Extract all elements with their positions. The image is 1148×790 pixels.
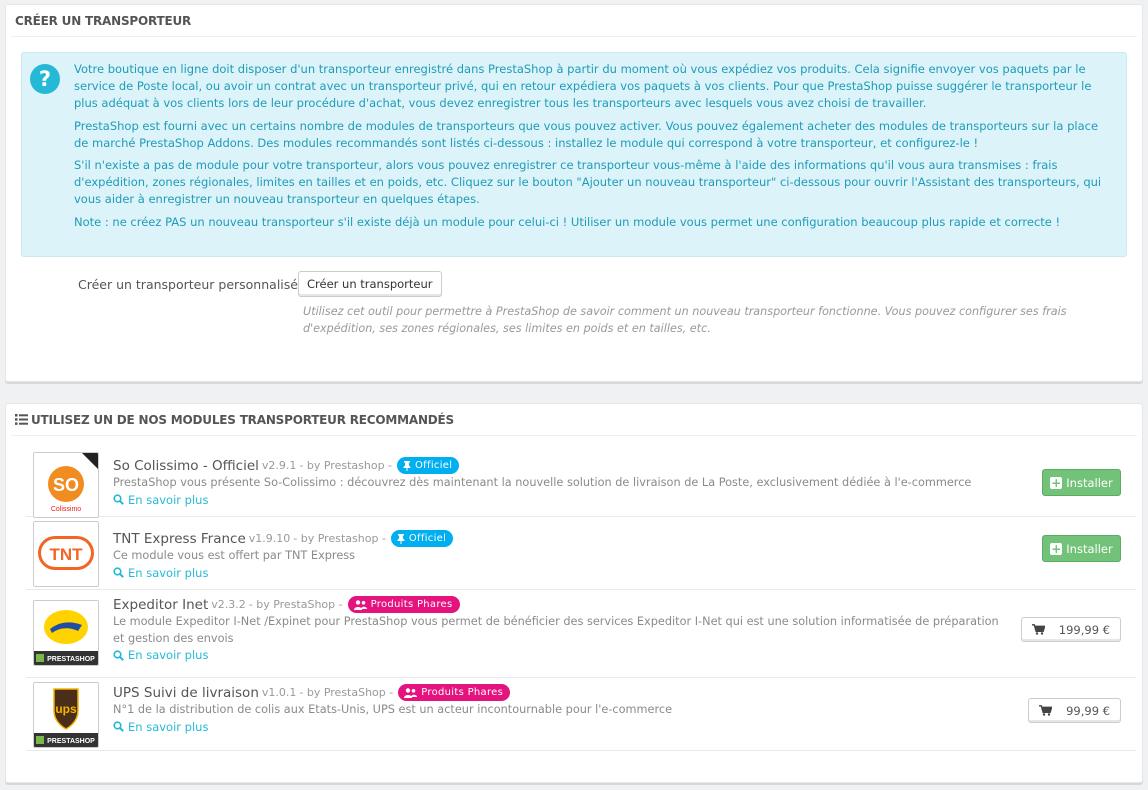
module-row-socolissimo: SO Colissimo So Colissimo - Officiel v2.… (26, 444, 1136, 518)
recommended-modules-title: UTILISEZ UN DE NOS MODULES TRANSPORTEUR … (31, 412, 455, 427)
install-button[interactable]: + Installer (1042, 469, 1121, 496)
featured-badge: Produits Phares (347, 596, 460, 613)
question-icon: ? (30, 64, 60, 94)
create-carrier-button[interactable]: Créer un transporteur (298, 271, 442, 297)
socolissimo-logo-mark: SO (53, 475, 79, 495)
search-icon (113, 567, 124, 578)
module-description: Ce module vous est offert par TNT Expres… (113, 549, 356, 562)
module-description: Le module Expeditor I-Net /Expinet pour … (113, 615, 999, 645)
search-icon (113, 649, 124, 661)
cart-icon (1031, 624, 1045, 635)
module-row-expeditor: PRESTASHOP Expeditor Inet v2.3.2 - by Pr… (26, 590, 1136, 678)
search-icon (113, 721, 124, 732)
featured-badge: Produits Phares (398, 684, 511, 701)
buy-button[interactable]: 199,99 € (1020, 617, 1121, 642)
expeditor-logo-text: PRESTASHOP (47, 656, 95, 663)
plus-icon: + (1050, 541, 1063, 556)
module-name: Expeditor Inet (113, 596, 209, 613)
create-carrier-heading: CRÉER UN TRANSPORTEUR (11, 5, 1137, 37)
module-version: v1.0.1 (261, 686, 297, 699)
list-icon (15, 414, 28, 425)
module-body: So Colissimo - Officiel v2.9.1 - by Pres… (113, 457, 971, 507)
info-alert: ? Votre boutique en ligne doit disposer … (21, 52, 1127, 257)
create-carrier-help: Utilisez cet outil pour permettre à Pres… (303, 305, 1067, 335)
info-paragraph: Votre boutique en ligne doit disposer d'… (74, 62, 1092, 111)
module-row-ups: ups PRESTASHOP UPS Suivi de livraison v1… (26, 678, 1136, 751)
module-description: N°1 de la distribution de colis aux Etat… (113, 703, 673, 716)
cart-icon (1039, 705, 1053, 716)
socolissimo-logo: SO Colissimo (33, 452, 99, 518)
buy-button[interactable]: 99,99 € (1028, 698, 1121, 723)
module-name: TNT Express France (113, 530, 246, 547)
custom-carrier-label: Créer un transporteur personnalisé (78, 277, 298, 292)
ups-logo-mark: ups (55, 702, 77, 716)
module-body: TNT Express France v1.9.10 - by Prestash… (113, 530, 454, 580)
module-description: PrestaShop vous présente So-Colissimo : … (113, 476, 972, 489)
official-badge: Officiel (397, 457, 460, 474)
info-paragraph: PrestaShop est fourni avec un certains n… (74, 118, 1099, 150)
create-carrier-panel: CRÉER UN TRANSPORTEUR ? Votre boutique e… (5, 4, 1143, 382)
module-author: - by Prestashop - (299, 459, 393, 472)
learn-more-link[interactable]: En savoir plus (113, 493, 971, 507)
module-author: - by Prestashop - (293, 532, 386, 545)
module-row-tnt: TNT TNT Express France v1.9.10 - by Pres… (26, 517, 1136, 590)
pin-icon (397, 533, 405, 544)
learn-more-link[interactable]: En savoir plus (113, 720, 672, 734)
ups-logo-text: PRESTASHOP (47, 738, 95, 745)
module-author: - by PrestaShop - (299, 686, 394, 699)
module-version: v2.9.1 (261, 459, 297, 472)
ups-logo: ups PRESTASHOP (33, 682, 99, 748)
learn-more-link[interactable]: En savoir plus (113, 648, 1013, 662)
users-icon (404, 687, 418, 698)
module-name: So Colissimo - Officiel (113, 457, 259, 474)
tnt-logo: TNT (33, 521, 99, 587)
expeditor-logo: PRESTASHOP (33, 600, 99, 666)
module-list: SO Colissimo So Colissimo - Officiel v2.… (26, 444, 1136, 751)
tnt-logo-text: TNT (49, 545, 83, 564)
plus-icon: + (1050, 475, 1063, 490)
info-paragraph: Note : ne créez PAS un nouveau transport… (74, 214, 1061, 229)
module-name: UPS Suivi de livraison (113, 684, 259, 701)
socolissimo-logo-text: Colissimo (51, 506, 81, 513)
module-body: Expeditor Inet v2.3.2 - by PrestaShop - … (113, 596, 1013, 662)
module-version: v1.9.10 (248, 532, 291, 545)
module-body: UPS Suivi de livraison v1.0.1 - by Prest… (113, 684, 672, 734)
learn-more-link[interactable]: En savoir plus (113, 566, 453, 580)
official-badge: Officiel (390, 530, 454, 547)
module-version: v2.3.2 (211, 598, 246, 611)
info-paragraph: S'il n'existe a pas de module pour votre… (74, 158, 1102, 207)
recommended-modules-heading: UTILISEZ UN DE NOS MODULES TRANSPORTEUR … (11, 404, 1137, 436)
search-icon (113, 494, 124, 505)
users-icon (353, 599, 367, 610)
install-button[interactable]: + Installer (1042, 535, 1121, 562)
module-author: - by PrestaShop - (248, 598, 343, 611)
pin-icon (403, 460, 411, 471)
recommended-modules-panel: UTILISEZ UN DE NOS MODULES TRANSPORTEUR … (5, 403, 1143, 783)
